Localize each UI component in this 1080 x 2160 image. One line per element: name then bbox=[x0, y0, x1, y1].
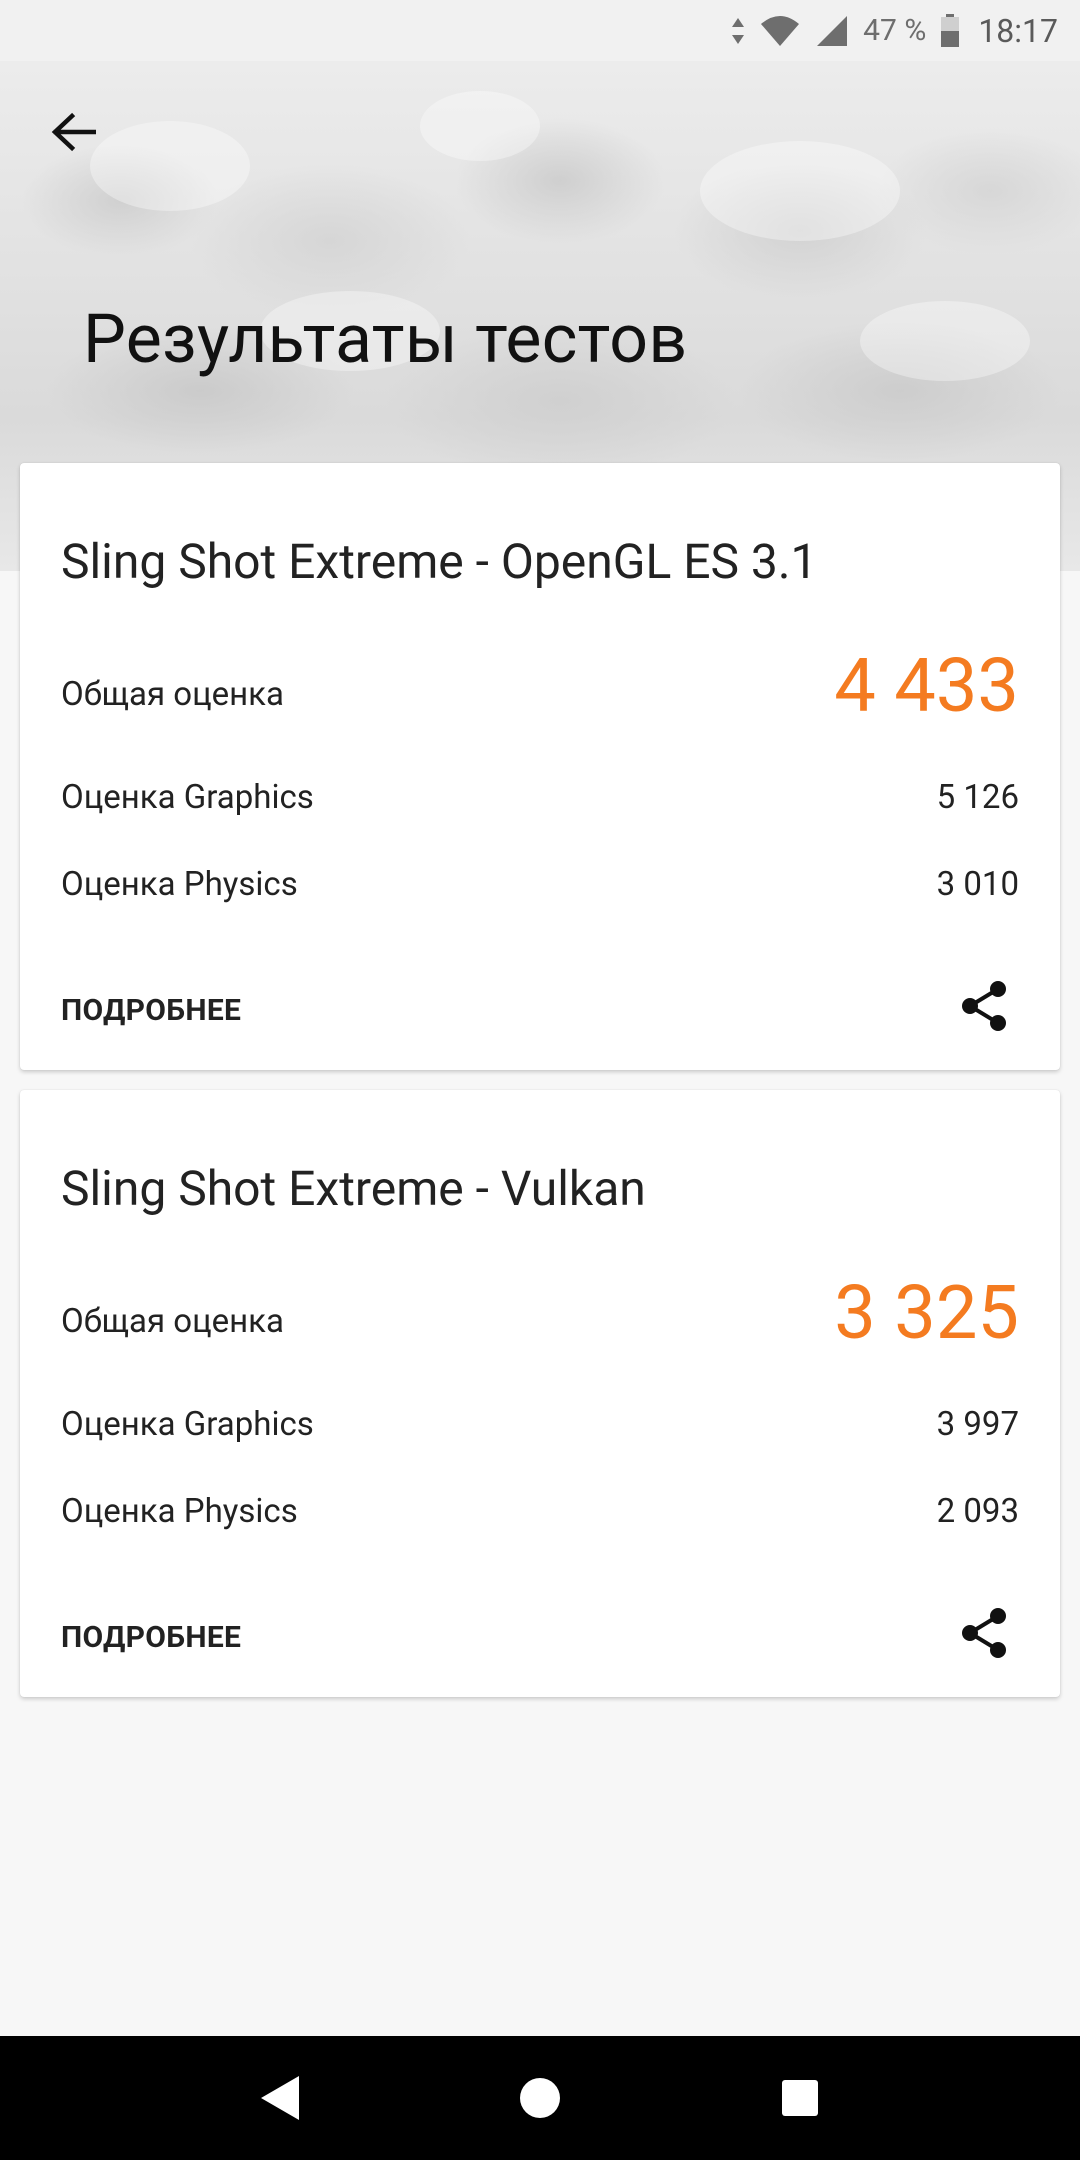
cell-signal-icon bbox=[815, 14, 849, 48]
details-button[interactable]: ПОДРОБНЕЕ bbox=[61, 1620, 241, 1655]
physics-score-row: Оценка Physics 2 093 bbox=[61, 1492, 1019, 1531]
status-bar: 47 % 18:17 bbox=[0, 0, 1080, 61]
triangle-back-icon bbox=[261, 2076, 299, 2120]
share-icon bbox=[962, 1608, 1006, 1658]
clock: 18:17 bbox=[978, 11, 1058, 50]
graphics-score-row: Оценка Graphics 3 997 bbox=[61, 1405, 1019, 1444]
page-title: Результаты тестов bbox=[83, 299, 688, 379]
physics-score-row: Оценка Physics 3 010 bbox=[61, 865, 1019, 904]
result-card-opengl: Sling Shot Extreme - OpenGL ES 3.1 Общая… bbox=[20, 463, 1060, 1070]
physics-score-value: 3 010 bbox=[936, 865, 1019, 904]
graphics-score-value: 3 997 bbox=[936, 1405, 1019, 1444]
physics-score-label: Оценка Physics bbox=[61, 865, 298, 904]
share-button[interactable] bbox=[956, 1605, 1012, 1661]
navigation-bar bbox=[0, 2036, 1080, 2160]
screen: 47 % 18:17 Результаты тестов Sling Shot … bbox=[0, 0, 1080, 2160]
nav-recents-button[interactable] bbox=[760, 2058, 840, 2138]
graphics-score-label: Оценка Graphics bbox=[61, 1405, 314, 1444]
result-card-vulkan: Sling Shot Extreme - Vulkan Общая оценка… bbox=[20, 1090, 1060, 1697]
battery-icon bbox=[940, 13, 960, 48]
square-recents-icon bbox=[782, 2080, 818, 2116]
overall-score-label: Общая оценка bbox=[61, 675, 284, 714]
overall-score-value: 4 433 bbox=[834, 643, 1019, 730]
graphics-score-label: Оценка Graphics bbox=[61, 778, 314, 817]
wifi-icon bbox=[759, 14, 801, 48]
overall-score-label: Общая оценка bbox=[61, 1302, 284, 1341]
data-transfer-icon bbox=[731, 16, 745, 46]
overall-score-row: Общая оценка 4 433 bbox=[61, 643, 1019, 730]
physics-score-label: Оценка Physics bbox=[61, 1492, 298, 1531]
overall-score-value: 3 325 bbox=[834, 1270, 1019, 1357]
graphics-score-value: 5 126 bbox=[936, 778, 1019, 817]
back-button[interactable] bbox=[38, 97, 108, 167]
physics-score-value: 2 093 bbox=[936, 1492, 1019, 1531]
card-title: Sling Shot Extreme - Vulkan bbox=[61, 1160, 646, 1217]
circle-home-icon bbox=[520, 2078, 560, 2118]
graphics-score-row: Оценка Graphics 5 126 bbox=[61, 778, 1019, 817]
battery-percent: 47 % bbox=[863, 13, 927, 48]
nav-home-button[interactable] bbox=[500, 2058, 580, 2138]
share-icon bbox=[962, 981, 1006, 1031]
overall-score-row: Общая оценка 3 325 bbox=[61, 1270, 1019, 1357]
details-button[interactable]: ПОДРОБНЕЕ bbox=[61, 993, 241, 1028]
share-button[interactable] bbox=[956, 978, 1012, 1034]
card-title: Sling Shot Extreme - OpenGL ES 3.1 bbox=[61, 533, 818, 590]
nav-back-button[interactable] bbox=[240, 2058, 320, 2138]
arrow-left-icon bbox=[51, 112, 96, 152]
